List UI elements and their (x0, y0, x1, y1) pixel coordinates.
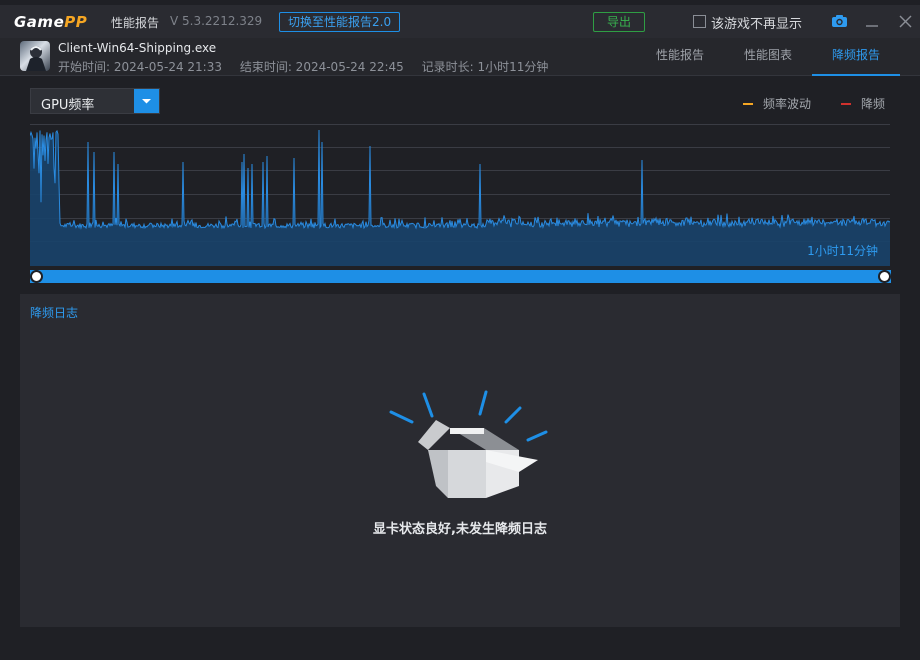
log-title: 降频日志 (30, 306, 79, 320)
minimize-icon[interactable] (865, 16, 879, 28)
range-handle-start[interactable] (30, 270, 43, 283)
legend-label: 降频 (861, 97, 886, 111)
tab-throttle-report[interactable]: 降频报告 (812, 38, 900, 76)
chevron-down-icon[interactable] (134, 89, 159, 113)
empty-box-icon (389, 390, 548, 498)
legend-throttle: 降频 (841, 95, 885, 112)
title-bar: GamePP 性能报告 V 5.3.2212.329 切换至性能报告2.0 导出… (0, 5, 920, 38)
session-meta: 开始时间: 2024-05-24 21:33 结束时间: 2024-05-24 … (58, 58, 562, 75)
frequency-area (30, 130, 890, 266)
range-handle-end[interactable] (878, 270, 891, 283)
switch-report-button[interactable]: 切换至性能报告2.0 (279, 12, 401, 32)
legend-swatch-red (841, 102, 851, 105)
tab-performance-report[interactable]: 性能报告 (636, 38, 724, 76)
chart-duration-label: 1小时11分钟 (807, 244, 878, 258)
gpu-frequency-chart (30, 124, 890, 266)
metric-select-value: GPU频率 (41, 98, 95, 113)
camera-icon[interactable] (831, 14, 848, 28)
legend-label: 频率波动 (763, 97, 812, 111)
record-duration: 记录时长: 1小时11分钟 (421, 60, 549, 74)
tab-performance-chart[interactable]: 性能图表 (724, 38, 812, 76)
legend-frequency-fluctuation: 频率波动 (743, 95, 811, 112)
report-header: Client-Win64-Shipping.exe 开始时间: 2024-05-… (0, 38, 920, 76)
export-button[interactable]: 导出 (593, 12, 645, 32)
metric-select[interactable]: GPU频率 (30, 88, 160, 114)
report-tabs: 性能报告 性能图表 降频报告 (636, 38, 900, 76)
start-time: 开始时间: 2024-05-24 21:33 (58, 60, 222, 74)
frequency-line (30, 129, 890, 230)
close-icon[interactable] (899, 15, 912, 28)
hide-game-label[interactable]: 该游戏不再显示 (711, 13, 802, 32)
game-process-name: Client-Win64-Shipping.exe (58, 41, 217, 55)
app-window: GamePP 性能报告 V 5.3.2212.329 切换至性能报告2.0 导出… (0, 0, 920, 660)
time-range-slider[interactable] (30, 270, 891, 283)
gamepp-logo: GamePP (14, 13, 88, 31)
empty-state-message: 显卡状态良好,未发生降频日志 (373, 522, 547, 537)
legend-swatch-orange (743, 102, 753, 105)
app-title: 性能报告 (111, 16, 160, 30)
end-time: 结束时间: 2024-05-24 22:45 (239, 60, 404, 74)
throttle-log-panel: 降频日志 显卡状态良好,未发生降频日志 (20, 294, 900, 627)
version-label: V 5.3.2212.329 (170, 14, 263, 28)
game-avatar (20, 41, 50, 71)
hide-game-checkbox[interactable] (693, 15, 706, 28)
